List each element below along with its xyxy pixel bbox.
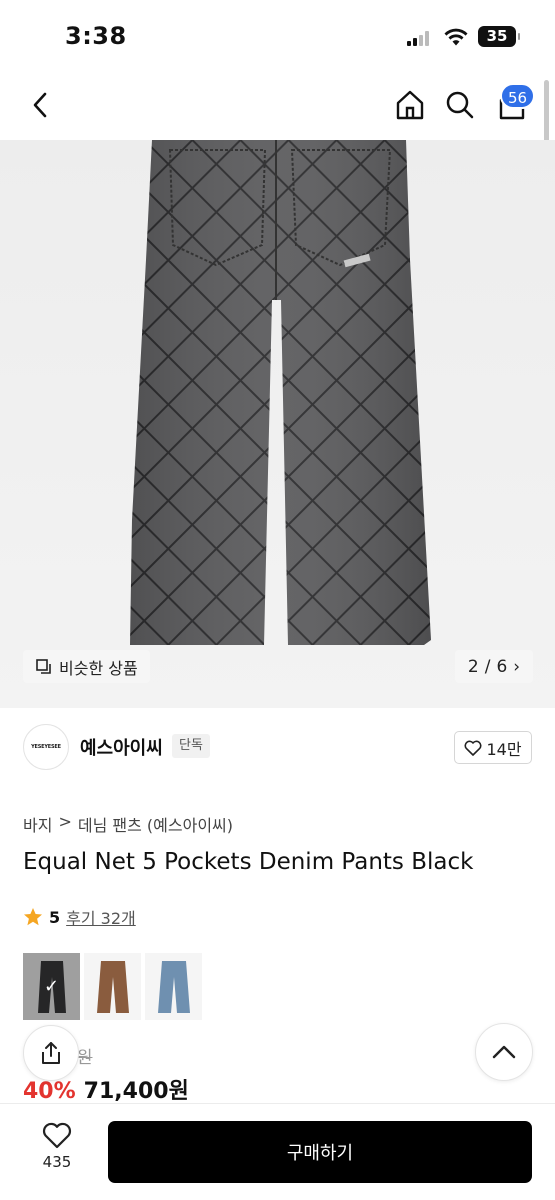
search-button[interactable] <box>440 85 480 125</box>
sale-price: 71,400원 <box>83 1079 189 1104</box>
status-bar: 3:38 35 <box>0 0 555 75</box>
color-option-brown[interactable] <box>84 953 141 1020</box>
image-page-indicator[interactable]: 2 / 6 › <box>455 650 533 683</box>
color-option-blue[interactable] <box>145 953 202 1020</box>
product-image[interactable] <box>0 140 555 708</box>
brand-row: YESEYESEE 예스아이씨 단독 14만 <box>0 718 555 778</box>
bottom-action-bar: 435 구매하기 <box>0 1103 555 1200</box>
chevron-right-icon: › <box>513 656 521 677</box>
chevron-left-icon <box>33 92 47 118</box>
rating-row: 5 후기 32개 <box>23 905 136 929</box>
battery-icon: 35 <box>478 26 520 47</box>
similar-products-button[interactable]: 비슷한 상품 <box>23 650 150 683</box>
breadcrumb: 바지 > 데님 팬츠 (예스아이씨) <box>23 812 233 836</box>
status-time: 3:38 <box>65 22 127 50</box>
reviews-link[interactable]: 후기 32개 <box>66 905 136 929</box>
color-option-black[interactable]: ✓ <box>23 953 80 1020</box>
color-options: ✓ <box>23 953 202 1020</box>
back-button[interactable] <box>20 85 60 125</box>
cellular-signal-icon <box>407 31 433 46</box>
exclusive-tag: 단독 <box>172 734 210 758</box>
brand-logo[interactable]: YESEYESEE <box>23 724 69 770</box>
heart-icon <box>42 1122 72 1149</box>
share-icon <box>42 1042 60 1064</box>
product-title: Equal Net 5 Pockets Denim Pants Black <box>23 849 474 875</box>
page-current: 2 <box>467 656 479 677</box>
search-icon <box>446 91 474 119</box>
brown-pants-thumbnail <box>96 960 129 1013</box>
discount-rate: 40% <box>23 1079 76 1104</box>
page-separator: / <box>484 656 491 677</box>
chevron-up-icon <box>492 1045 516 1059</box>
brand-like-button[interactable]: 14만 <box>454 731 532 764</box>
share-button[interactable] <box>23 1025 79 1081</box>
check-icon: ✓ <box>43 976 60 997</box>
similar-products-label: 비슷한 상품 <box>59 658 138 678</box>
buy-button[interactable]: 구매하기 <box>108 1121 532 1183</box>
denim-pants-image <box>130 140 431 645</box>
wifi-icon <box>444 28 468 46</box>
home-button[interactable] <box>390 85 430 125</box>
copy-icon <box>36 658 51 674</box>
top-nav-bar <box>0 75 555 140</box>
page-total: 6 <box>496 656 508 677</box>
breadcrumb-separator: > <box>58 812 72 831</box>
cart-count-badge: 56 <box>500 83 536 109</box>
breadcrumb-subcategory[interactable]: 데님 팬츠 (예스아이씨) <box>78 812 233 836</box>
star-icon <box>24 908 42 926</box>
blue-pants-thumbnail <box>157 960 190 1013</box>
scroll-to-top-button[interactable] <box>475 1023 533 1081</box>
wishlist-count: 435 <box>42 1153 72 1171</box>
brand-name[interactable]: 예스아이씨 <box>80 734 163 760</box>
rating-score: 5 <box>49 907 61 927</box>
breadcrumb-category[interactable]: 바지 <box>23 812 52 836</box>
heart-icon <box>464 740 482 756</box>
brand-like-count: 14만 <box>486 739 522 759</box>
home-icon <box>396 90 424 120</box>
wishlist-button[interactable]: 435 <box>22 1122 92 1180</box>
